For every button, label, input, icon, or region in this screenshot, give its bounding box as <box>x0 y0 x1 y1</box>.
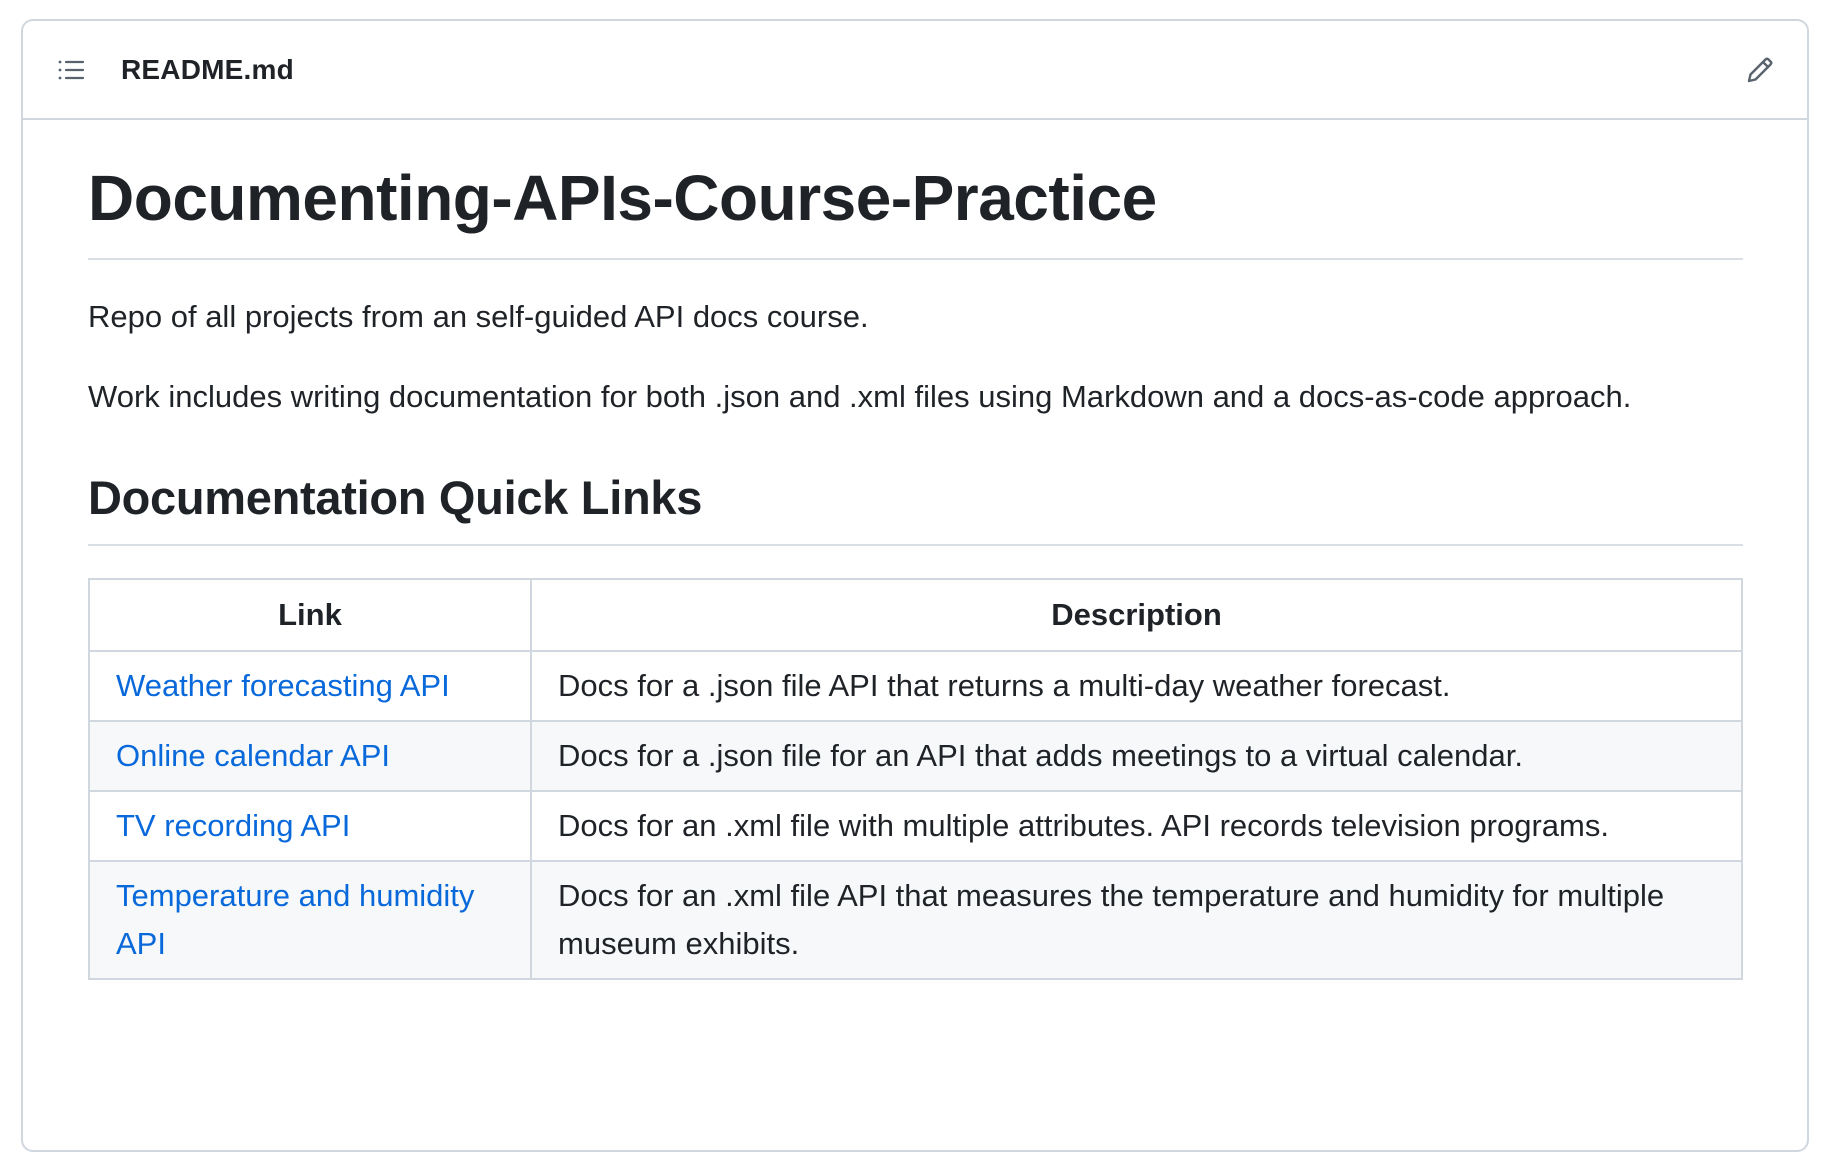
tv-recording-api-link[interactable]: TV recording API <box>116 808 350 843</box>
online-calendar-api-link[interactable]: Online calendar API <box>116 738 390 773</box>
list-unordered-icon[interactable] <box>55 54 87 86</box>
description-paragraph: Work includes writing documentation for … <box>88 379 1632 414</box>
link-cell: TV recording API <box>88 789 532 862</box>
readme-panel: README.md Documenting-APIs-Course-Practi… <box>21 19 1809 1152</box>
readme-header: README.md <box>23 21 1807 120</box>
column-header-description: Description <box>530 577 1743 652</box>
readme-title: Documenting-APIs-Course-Practice <box>88 158 1743 260</box>
link-cell: Weather forecasting API <box>88 649 532 722</box>
description-cell: Docs for an .xml file with multiple attr… <box>530 789 1743 862</box>
table-row: Temperature and humidity API Docs for an… <box>88 859 1743 980</box>
table-row: Weather forecasting API Docs for a .json… <box>88 649 1743 722</box>
readme-content: Documenting-APIs-Course-Practice Repo of… <box>23 158 1807 980</box>
description-cell: Docs for a .json file for an API that ad… <box>530 719 1743 792</box>
table-row: TV recording API Docs for an .xml file w… <box>88 789 1743 862</box>
section-heading: Documentation Quick Links <box>88 469 1743 546</box>
temperature-humidity-api-link[interactable]: Temperature and humidity API <box>116 878 474 961</box>
description-cell: Docs for an .xml file API that measures … <box>530 859 1743 980</box>
column-header-link: Link <box>88 577 532 652</box>
link-cell: Online calendar API <box>88 719 532 792</box>
link-cell: Temperature and humidity API <box>88 859 532 980</box>
intro-paragraph: Repo of all projects from an self-guided… <box>88 299 869 334</box>
description-cell: Docs for a .json file API that returns a… <box>530 649 1743 722</box>
pencil-icon[interactable] <box>1743 53 1777 87</box>
weather-forecasting-api-link[interactable]: Weather forecasting API <box>116 668 450 703</box>
table-header-row: Link Description <box>88 577 1743 652</box>
table-row: Online calendar API Docs for a .json fil… <box>88 719 1743 792</box>
file-name: README.md <box>121 53 294 85</box>
quick-links-table: Link Description Weather forecasting API… <box>88 577 1743 980</box>
